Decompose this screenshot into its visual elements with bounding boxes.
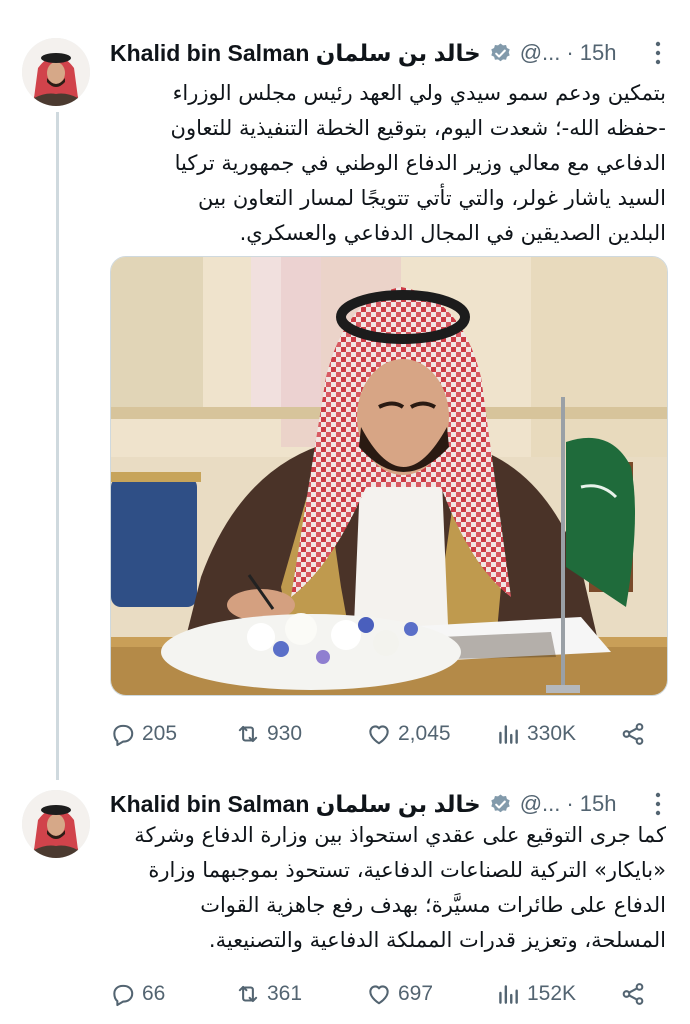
text-line: «بايكار» التركية للصناعات الدفاعية، تستح…: [148, 858, 666, 882]
avatar[interactable]: [22, 790, 90, 858]
tweet-header: Khalid bin Salman خالد بن سلمان @... · 1…: [110, 787, 660, 821]
timestamp[interactable]: 15h: [580, 40, 617, 66]
separator-dot: ·: [566, 40, 574, 65]
text-line: كما جرى التوقيع على عقدي استحواذ بين وزا…: [134, 823, 666, 847]
reply-icon: [113, 984, 134, 1007]
text-line: الدفاع على طائرات مسيَّرة؛ بهدف رفع جاهز…: [200, 893, 666, 917]
tweet-photo[interactable]: [110, 256, 668, 696]
like-button[interactable]: 697: [366, 976, 433, 1012]
avatar[interactable]: [22, 38, 90, 106]
view-count: 152K: [527, 982, 577, 1005]
share-icon: [622, 983, 644, 1005]
views-icon: [499, 985, 518, 1004]
avatar-image: [22, 38, 90, 106]
tweet-actions: 66 361 697 152K: [110, 976, 650, 1012]
display-name[interactable]: Khalid bin Salman خالد بن سلمان: [110, 40, 481, 67]
reply-count: 205: [142, 722, 178, 745]
like-count: 2,045: [398, 722, 451, 745]
text-line: الدفاعي مع معالي وزير الدفاع الوطني في ج…: [174, 151, 666, 175]
display-name[interactable]: Khalid bin Salman خالد بن سلمان: [110, 791, 481, 818]
views-icon: [499, 725, 518, 744]
share-button[interactable]: [620, 716, 646, 752]
separator-dot: ·: [566, 791, 574, 816]
more-icon[interactable]: [654, 792, 662, 816]
text-line: المسلحة، وتعزيز قدرات المملكة الدفاعية و…: [208, 928, 666, 952]
handle[interactable]: @...: [520, 40, 561, 66]
more-icon[interactable]: [654, 41, 662, 65]
like-button[interactable]: 2,045: [366, 716, 451, 752]
text-line: السيد ياشار غولر، والتي تأتي تتويجًا لمس…: [198, 186, 666, 210]
verified-badge-icon: [491, 793, 510, 812]
text-line: بتمكين ودعم سمو سيدي ولي العهد رئيس مجلس…: [172, 81, 666, 105]
share-button[interactable]: [620, 976, 646, 1012]
tweet-header: Khalid bin Salman خالد بن سلمان @... · 1…: [110, 36, 660, 70]
text-line: -حفظه الله-؛ شعدت اليوم، بتوقيع الخطة ال…: [170, 116, 666, 140]
signing-photo: [111, 257, 667, 695]
share-icon: [622, 723, 644, 745]
reply-icon: [113, 724, 134, 747]
reply-button[interactable]: 205: [110, 716, 177, 752]
reply-button[interactable]: 66: [110, 976, 165, 1012]
verified-badge-icon: [491, 42, 510, 61]
retweet-button[interactable]: 930: [235, 716, 302, 752]
heart-icon: [369, 985, 389, 1005]
retweet-button[interactable]: 361: [235, 976, 302, 1012]
views-button[interactable]: 330K: [495, 716, 576, 752]
like-count: 697: [398, 982, 434, 1005]
views-button[interactable]: 152K: [495, 976, 576, 1012]
tweet-text: بتمكين ودعم سمو سيدي ولي العهد رئيس مجلس…: [110, 76, 666, 251]
tweet-actions: 205 930 2,045 330K: [110, 716, 650, 752]
heart-icon: [369, 725, 389, 745]
retweet-icon: [238, 725, 258, 743]
retweet-count: 361: [267, 982, 303, 1005]
timestamp[interactable]: 15h: [580, 791, 617, 817]
thread-line: [56, 112, 59, 780]
avatar-image: [22, 790, 90, 858]
retweet-count: 930: [267, 722, 303, 745]
text-line: البلدين الصديقين في المجال الدفاعي والعس…: [239, 221, 666, 245]
handle[interactable]: @...: [520, 791, 561, 817]
view-count: 330K: [527, 722, 577, 745]
reply-count: 66: [142, 982, 166, 1005]
tweet-text: كما جرى التوقيع على عقدي استحواذ بين وزا…: [110, 818, 666, 958]
retweet-icon: [238, 985, 258, 1003]
